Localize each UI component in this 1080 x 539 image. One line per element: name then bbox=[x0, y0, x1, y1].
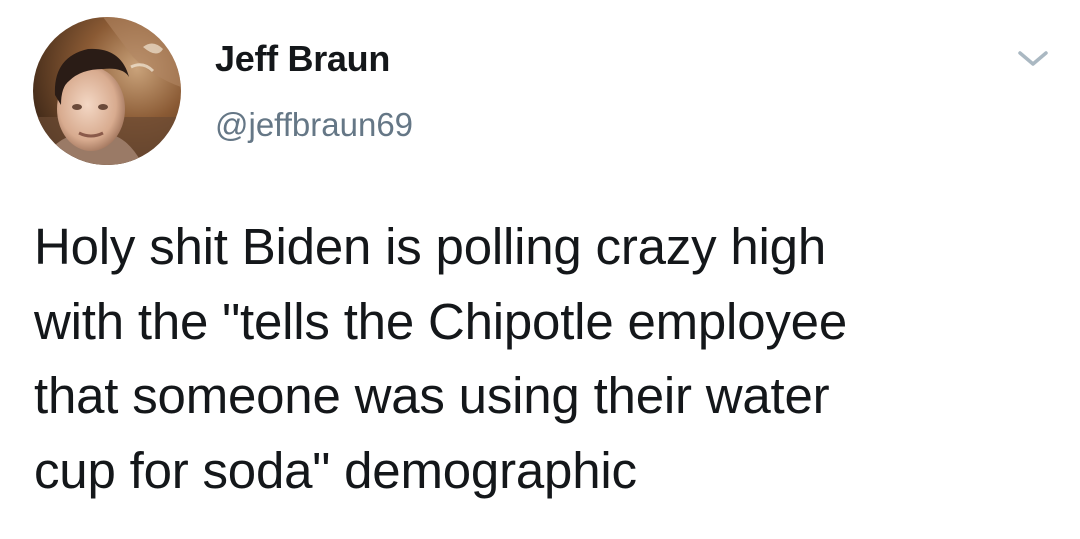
tweet-text-line: Holy shit Biden is polling crazy high bbox=[34, 218, 826, 275]
tweet-text-line: with the "tells the Chipotle employee bbox=[34, 292, 847, 350]
profile-photo-icon bbox=[33, 17, 181, 165]
tweet-text: Holy shit Biden is polling crazy high wi… bbox=[34, 210, 1054, 508]
tweet-text-line: that someone was using their water bbox=[34, 367, 830, 424]
tweet-card: Jeff Braun @jeffbraun69 Holy shit Biden … bbox=[0, 0, 1080, 539]
user-handle[interactable]: @jeffbraun69 bbox=[215, 106, 413, 144]
avatar[interactable] bbox=[33, 17, 181, 165]
display-name[interactable]: Jeff Braun bbox=[215, 38, 390, 80]
chevron-down-icon[interactable] bbox=[1011, 40, 1055, 76]
tweet-text-line: cup for soda" demographic bbox=[34, 441, 637, 499]
